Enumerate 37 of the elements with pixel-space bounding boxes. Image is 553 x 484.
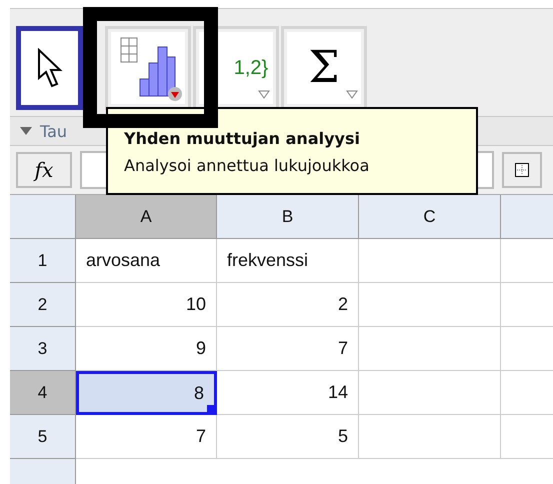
table-cell[interactable] bbox=[359, 283, 501, 327]
table-cell[interactable]: 7 bbox=[76, 415, 217, 459]
tooltip-title: Yhden muuttujan analyysi bbox=[124, 129, 361, 148]
column-header[interactable]: C bbox=[359, 195, 501, 239]
table-cell[interactable]: 14 bbox=[217, 371, 359, 415]
dropdown-icon bbox=[168, 87, 182, 101]
table-cell[interactable] bbox=[359, 371, 501, 415]
collapse-icon[interactable] bbox=[20, 127, 32, 135]
histogram-icon bbox=[120, 37, 176, 99]
column-header[interactable]: A bbox=[76, 195, 217, 239]
grid-button[interactable] bbox=[502, 152, 542, 188]
histogram-tool-button[interactable] bbox=[105, 26, 191, 110]
table-cell[interactable]: 7 bbox=[217, 327, 359, 371]
view-title: Tau bbox=[40, 122, 68, 140]
list-label: 1,2} bbox=[234, 56, 268, 80]
table-cell[interactable] bbox=[359, 415, 501, 459]
table-cell[interactable]: 8 bbox=[76, 371, 217, 415]
table-cell[interactable] bbox=[359, 327, 501, 371]
table-cell[interactable]: 5 bbox=[217, 415, 359, 459]
row-header[interactable]: 4 bbox=[10, 371, 76, 415]
column-header[interactable] bbox=[501, 195, 553, 239]
table-cell[interactable]: arvosana bbox=[76, 239, 217, 283]
column-header[interactable]: B bbox=[217, 195, 359, 239]
table-cell[interactable]: frekvenssi bbox=[217, 239, 359, 283]
function-button[interactable]: fx bbox=[16, 152, 72, 188]
caret-icon bbox=[346, 90, 358, 99]
pointer-icon bbox=[36, 48, 62, 88]
fill-handle[interactable] bbox=[207, 405, 217, 415]
caret-icon bbox=[258, 90, 270, 99]
table-cell[interactable]: 10 bbox=[76, 283, 217, 327]
grid-icon bbox=[515, 163, 529, 177]
table-cell[interactable] bbox=[359, 239, 501, 283]
move-tool-button[interactable] bbox=[16, 26, 83, 110]
sigma-label: Σ bbox=[308, 46, 340, 90]
tooltip-text: Analysoi annettua lukujoukkoa bbox=[124, 156, 370, 175]
sum-tool-button[interactable]: Σ bbox=[281, 26, 367, 110]
table-cell[interactable]: 2 bbox=[217, 283, 359, 327]
